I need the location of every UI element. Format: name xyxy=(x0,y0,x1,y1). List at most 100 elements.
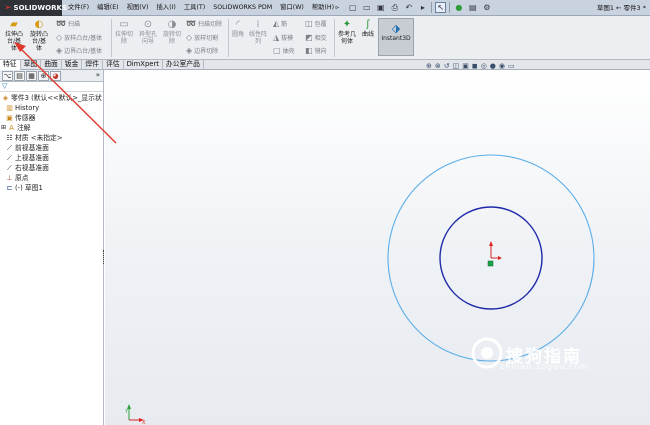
revolve-cut-button[interactable]: ◑ 旋转切 除 xyxy=(161,19,183,45)
menu-insert[interactable]: 插入(I) xyxy=(152,0,179,16)
curves-button[interactable]: ʃ 曲线 xyxy=(360,19,376,38)
shell-button[interactable]: ▢ 抽壳 xyxy=(273,46,295,55)
previous-view-icon[interactable]: ↺ xyxy=(444,62,450,70)
menu-label: 视图(V) xyxy=(126,3,149,11)
hide-show-icon[interactable]: ◎ xyxy=(481,62,487,70)
menu-file[interactable]: 文件(F) xyxy=(64,0,93,16)
tree-item-material[interactable]: ☷ 材质 <未指定> xyxy=(0,133,103,143)
dimxpert-tab-icon[interactable]: ⊕ xyxy=(38,70,49,81)
sweep-label: 扫描 xyxy=(67,21,80,28)
menu-tools[interactable]: 工具(T) xyxy=(180,0,209,16)
tab-surfaces[interactable]: 曲面 xyxy=(41,60,62,70)
mirror-button[interactable]: ◧ 镜向 xyxy=(305,46,327,55)
revolve-boss-button[interactable]: ◐ 旋转凸 台/基 体 xyxy=(27,19,51,52)
draft-button[interactable]: ◮ 拔模 xyxy=(273,33,293,42)
file-properties-icon[interactable]: ▤ xyxy=(467,2,478,13)
tab-office-products[interactable]: 办公室产品 xyxy=(163,60,204,70)
revolve-cut-label: 旋转切 除 xyxy=(162,31,181,45)
ribbon-divider xyxy=(334,19,335,57)
edit-appearance-icon[interactable]: ● xyxy=(490,62,496,70)
linear-pattern-button[interactable]: ⁞ 线性阵 列 xyxy=(247,19,269,45)
toolbar-divider xyxy=(431,2,433,13)
rib-icon: ◭ xyxy=(273,19,280,28)
view-orientation-icon[interactable]: ▣ xyxy=(462,62,469,70)
open-document-icon[interactable]: ▭ xyxy=(361,2,372,13)
rib-button[interactable]: ◭ 筋 xyxy=(273,19,287,28)
fillet-button[interactable]: ◜ 圆角 xyxy=(230,19,246,38)
menu-window[interactable]: 窗口(W) xyxy=(276,0,308,16)
property-manager-tab-icon[interactable]: ▤ xyxy=(14,70,25,81)
watermark-logo-icon xyxy=(471,337,503,369)
tab-sheet-metal[interactable]: 钣金 xyxy=(62,60,83,70)
new-document-icon[interactable]: ▢ xyxy=(347,2,358,13)
rebuild-icon[interactable]: ● xyxy=(453,2,464,13)
tab-evaluate[interactable]: 评估 xyxy=(103,60,124,70)
options-icon[interactable]: ⚙ xyxy=(481,2,492,13)
annotation-icon: A xyxy=(9,124,14,132)
lofted-cut-button[interactable]: ◇ 放样切割 xyxy=(186,33,218,42)
filter-row[interactable]: ▽ xyxy=(0,82,103,92)
plane-icon: ⟋ xyxy=(7,164,12,172)
tree-item-top-plane[interactable]: ⟋ 上视基准面 xyxy=(0,153,103,163)
display-manager-tab-icon[interactable]: ◕ xyxy=(50,70,61,81)
tree-item-origin[interactable]: ⊥ 原点 xyxy=(0,173,103,183)
menu-edit[interactable]: 编辑(E) xyxy=(93,0,123,16)
instant3d-button[interactable]: ⬗ Instant3D xyxy=(378,18,414,56)
feature-tree-tab-icon[interactable]: ⌥ xyxy=(2,70,13,81)
tree-item-annotations[interactable]: ⊞ A 注解 xyxy=(0,123,103,133)
boundary-cut-label: 边界切除 xyxy=(194,48,219,55)
tree-item-label: History xyxy=(15,104,40,112)
mirror-icon: ◧ xyxy=(305,46,313,55)
solidworks-logo[interactable]: ➢ SOLIDWORKS xyxy=(0,0,67,16)
reference-geometry-button[interactable]: ✦ 参考几 何体 xyxy=(336,19,358,45)
configuration-tab-icon[interactable]: ▦ xyxy=(26,70,37,81)
extrude-boss-icon: ▰ xyxy=(10,19,18,30)
tree-item-history[interactable]: ▥ History xyxy=(0,103,103,113)
plane-icon: ⟋ xyxy=(7,154,12,162)
zoom-to-fit-icon[interactable]: ⊕ xyxy=(426,62,432,70)
extrude-cut-button[interactable]: ▭ 拉伸切 除 xyxy=(113,19,135,45)
display-style-icon[interactable]: ◼ xyxy=(472,62,478,70)
tab-sketch[interactable]: 草图 xyxy=(21,60,42,70)
tab-features[interactable]: 特征 xyxy=(0,60,21,70)
panel-expand-icon[interactable]: » xyxy=(96,71,100,79)
tab-label: 钣金 xyxy=(64,60,79,68)
tree-root-label: 零件3 (默认<<默认>_显示状 xyxy=(11,94,102,102)
tree-item-right-plane[interactable]: ⟋ 右视基准面 xyxy=(0,163,103,173)
graphics-area[interactable] xyxy=(105,70,650,425)
view-settings-icon[interactable]: ▭ xyxy=(508,62,515,70)
reference-geometry-label: 参考几 何体 xyxy=(337,31,356,45)
boundary-boss-button[interactable]: ◈ 边界凸台/基体 xyxy=(56,46,102,55)
revolve-cut-icon: ◑ xyxy=(167,19,177,30)
expand-plus-icon[interactable]: ⊞ xyxy=(1,123,6,133)
tree-root-part[interactable]: ◈ 零件3 (默认<<默认>_显示状 xyxy=(0,93,103,103)
tree-item-front-plane[interactable]: ⟋ 前视基准面 xyxy=(0,143,103,153)
pointer-icon[interactable]: ▸ xyxy=(417,2,428,13)
swept-cut-button[interactable]: ➿ 扫描切除 xyxy=(186,19,222,28)
sweep-button[interactable]: ➿ 扫描 xyxy=(56,19,80,28)
save-icon[interactable]: ▣ xyxy=(375,2,386,13)
wrap-button[interactable]: ◫ 包覆 xyxy=(305,19,327,28)
tab-dimxpert[interactable]: DimXpert xyxy=(124,60,163,70)
menu-view[interactable]: 视图(V) xyxy=(123,0,153,16)
tree-item-sketch1[interactable]: ⊏ (-) 草图1 xyxy=(0,183,103,193)
select-icon[interactable]: ↖ xyxy=(435,2,447,13)
boundary-icon: ◈ xyxy=(56,46,63,55)
revolve-boss-icon: ◐ xyxy=(34,19,44,30)
tab-weldments[interactable]: 焊件 xyxy=(82,60,103,70)
tree-item-sensors[interactable]: ▣ 传感器 xyxy=(0,113,103,123)
print-icon[interactable]: ⎙ xyxy=(389,2,400,13)
apply-scene-icon[interactable]: ◉ xyxy=(499,62,505,70)
extrude-cut-icon: ▭ xyxy=(119,19,129,30)
intersect-button[interactable]: ◩ 相交 xyxy=(305,33,327,42)
zoom-area-icon[interactable]: ⊗ xyxy=(435,62,441,70)
menu-pdm[interactable]: SOLIDWORKS PDM xyxy=(209,0,276,16)
sweep-icon: ➿ xyxy=(56,19,66,28)
undo-icon[interactable]: ↶ xyxy=(403,2,414,13)
menu-help[interactable]: 帮助(H)⊳ xyxy=(308,0,343,16)
hole-wizard-button[interactable]: ⊙ 异型孔 向导 xyxy=(137,19,159,45)
section-view-icon[interactable]: ◫ xyxy=(453,62,460,70)
loft-boss-button[interactable]: ◇ 放样凸台/基体 xyxy=(56,33,102,42)
extrude-boss-button[interactable]: ▰ 拉伸凸 台/基 体 xyxy=(3,19,25,52)
boundary-cut-button[interactable]: ◈ 边界切除 xyxy=(186,46,218,55)
